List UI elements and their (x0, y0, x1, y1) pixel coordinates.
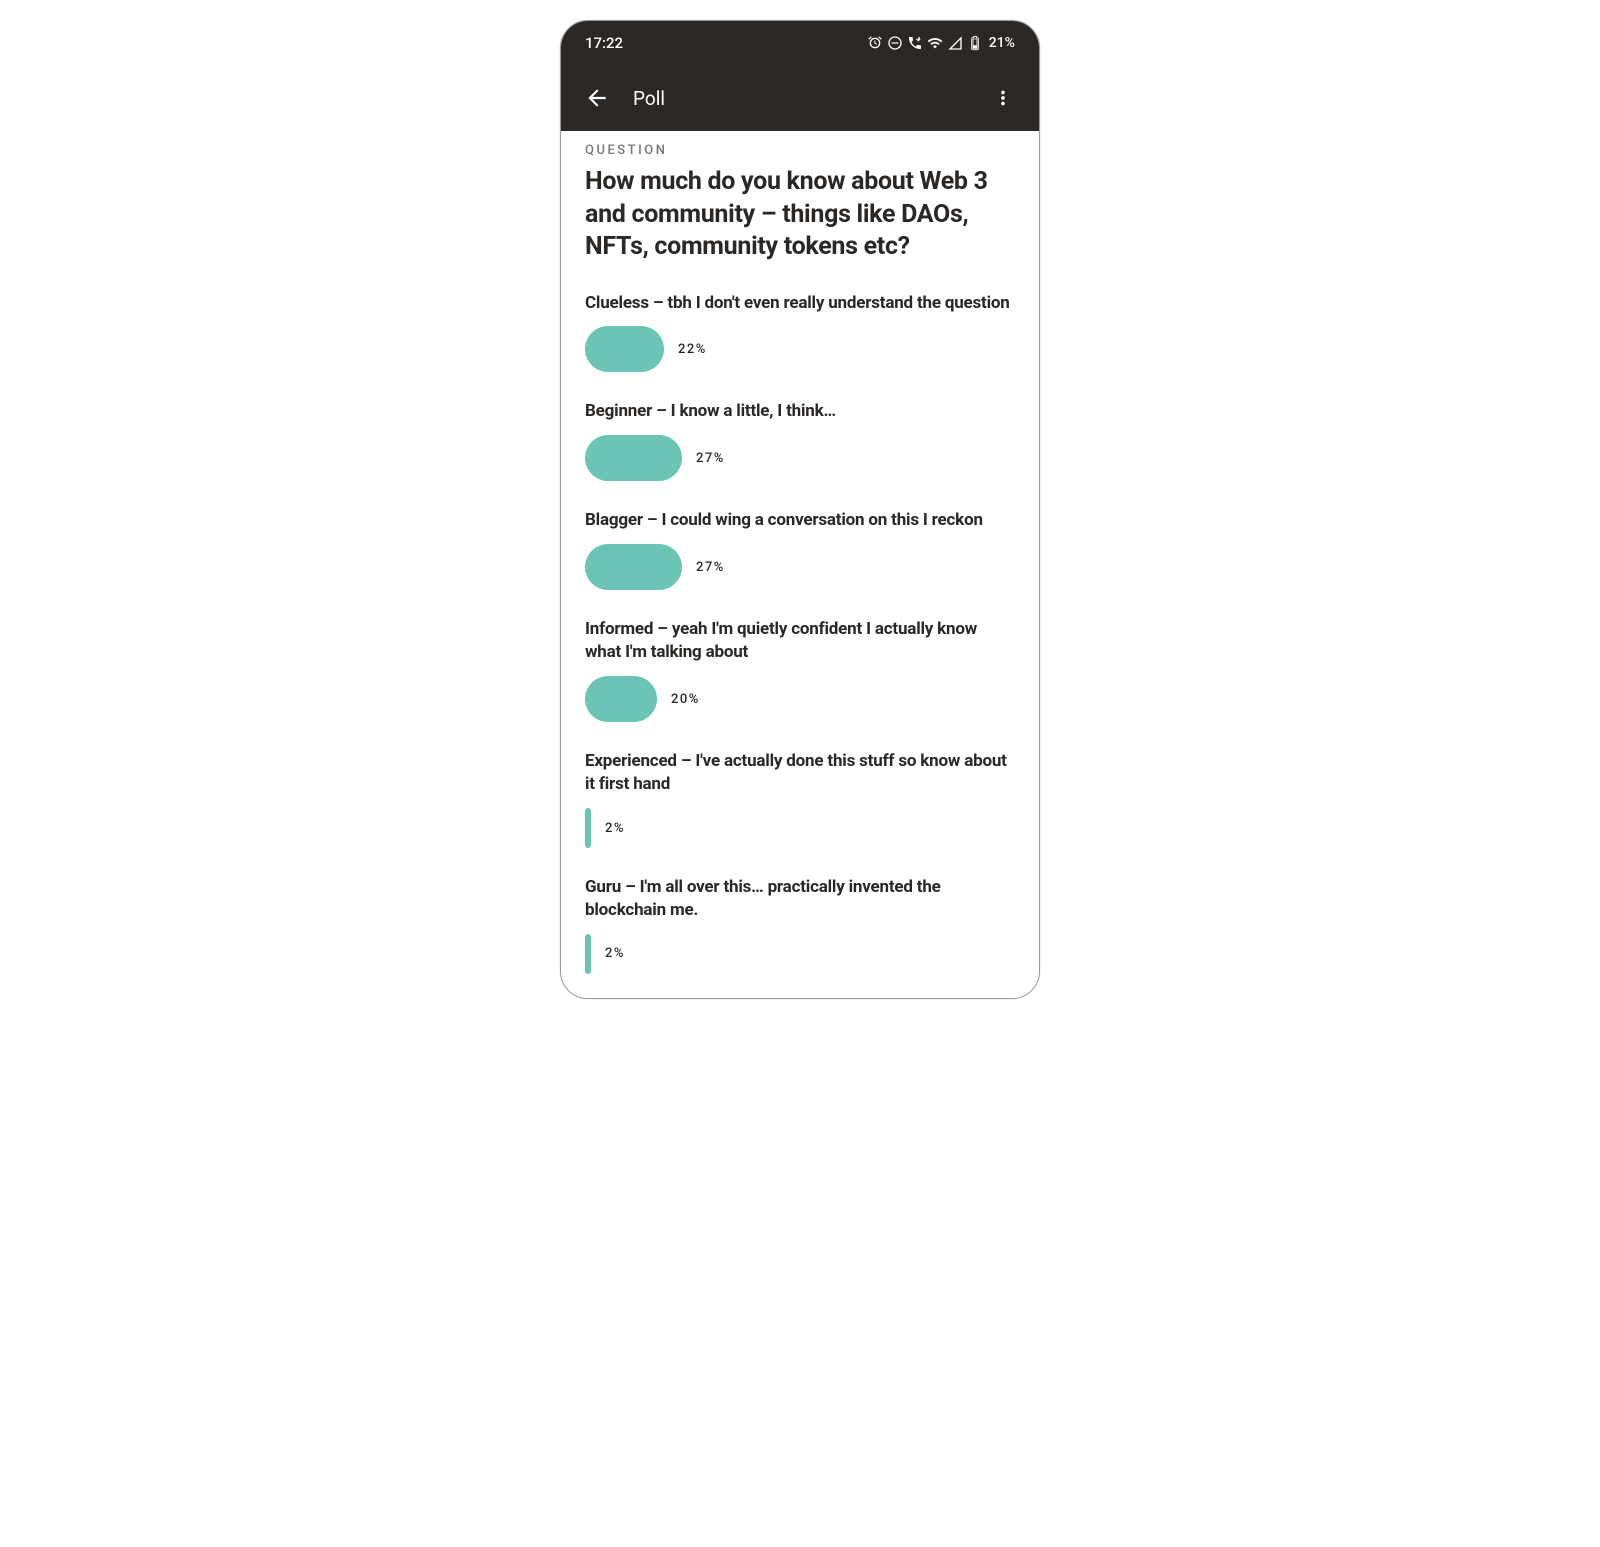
more-button[interactable] (983, 78, 1023, 118)
poll-option[interactable]: Clueless – tbh I don't even really under… (585, 292, 1015, 373)
arrow-back-icon (584, 85, 610, 111)
status-time: 17:22 (585, 34, 623, 52)
option-percent: 20% (671, 692, 700, 707)
option-percent: 2% (605, 821, 625, 836)
option-label: Guru – I'm all over this… practically in… (585, 876, 1015, 922)
back-button[interactable] (577, 78, 617, 118)
alarm-icon (867, 35, 883, 51)
poll-option[interactable]: Beginner – I know a little, I think… 27% (585, 400, 1015, 481)
more-vert-icon (992, 87, 1014, 109)
wifi-icon (927, 35, 943, 51)
question-text: How much do you know about Web 3 and com… (585, 166, 1015, 264)
bar-fill (585, 326, 664, 372)
option-percent: 27% (696, 560, 725, 575)
bar-row: 22% (585, 326, 1015, 372)
bar-row: 27% (585, 544, 1015, 590)
bar-fill (585, 435, 682, 481)
status-icons: 21% (867, 35, 1015, 51)
phone-frame: 17:22 21% Poll QUESTION How much do you … (560, 20, 1040, 999)
battery-percent: 21% (989, 35, 1015, 51)
cell-signal-icon (947, 35, 963, 51)
phone-wifi-icon (907, 35, 923, 51)
poll-option[interactable]: Informed – yeah I'm quietly confident I … (585, 618, 1015, 722)
poll-option[interactable]: Blagger – I could wing a conversation on… (585, 509, 1015, 590)
dnd-icon (887, 35, 903, 51)
option-label: Clueless – tbh I don't even really under… (585, 292, 1015, 315)
poll-option[interactable]: Guru – I'm all over this… practically in… (585, 876, 1015, 974)
poll-content: QUESTION How much do you know about Web … (561, 131, 1039, 998)
app-bar: Poll (561, 65, 1039, 131)
status-bar: 17:22 21% (561, 21, 1039, 65)
option-percent: 2% (605, 946, 625, 961)
option-label: Experienced – I've actually done this st… (585, 750, 1015, 796)
bar-fill (585, 808, 591, 848)
app-title: Poll (633, 87, 983, 110)
poll-option[interactable]: Experienced – I've actually done this st… (585, 750, 1015, 848)
bar-fill (585, 544, 682, 590)
bar-fill (585, 676, 657, 722)
option-label: Blagger – I could wing a conversation on… (585, 509, 1015, 532)
option-percent: 27% (696, 451, 725, 466)
option-percent: 22% (678, 342, 707, 357)
bar-row: 27% (585, 435, 1015, 481)
bar-row: 20% (585, 676, 1015, 722)
option-label: Beginner – I know a little, I think… (585, 400, 1015, 423)
battery-icon (967, 35, 983, 51)
bar-row: 2% (585, 808, 1015, 848)
bar-fill (585, 934, 591, 974)
bar-row: 2% (585, 934, 1015, 974)
option-label: Informed – yeah I'm quietly confident I … (585, 618, 1015, 664)
question-label: QUESTION (585, 143, 1015, 158)
